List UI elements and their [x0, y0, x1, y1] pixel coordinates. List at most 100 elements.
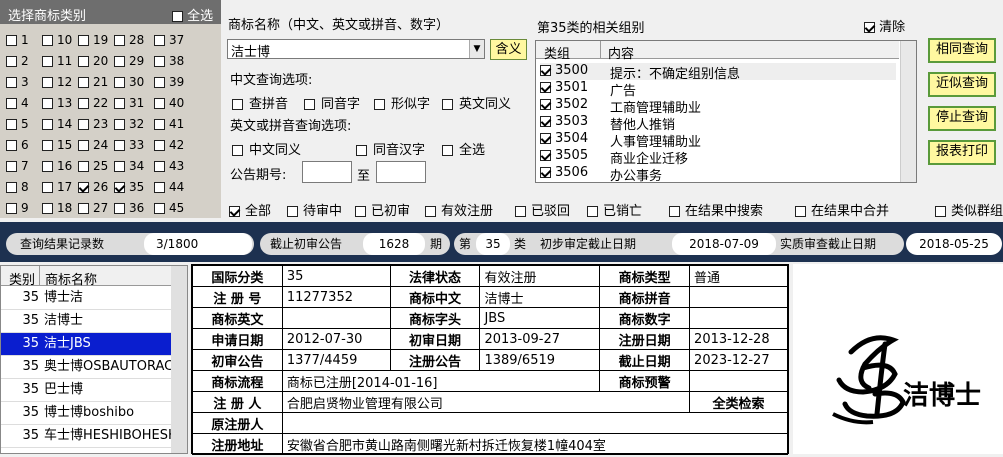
- category-checkbox-6[interactable]: 6: [6, 138, 29, 152]
- category-checkbox-3[interactable]: 3: [6, 75, 29, 89]
- prelim-date-value: 2013-09-27: [479, 328, 601, 350]
- result-list-scrollbar[interactable]: [171, 266, 187, 453]
- clear-checkbox[interactable]: 清除: [864, 16, 905, 35]
- filter-8[interactable]: 类似群组: [935, 200, 1003, 219]
- group-row[interactable]: 3503 替他人推销: [540, 114, 675, 133]
- filter-label: 在结果中合并: [811, 204, 890, 219]
- category-checkbox-20[interactable]: 20: [78, 54, 108, 68]
- category-checkbox-11[interactable]: 11: [42, 54, 72, 68]
- category-checkbox-12[interactable]: 12: [42, 75, 72, 89]
- result-row[interactable]: 35 博士博boshibo: [1, 402, 173, 425]
- category-checkbox-5[interactable]: 5: [6, 117, 29, 131]
- result-row[interactable]: 35 洁士JBS: [1, 333, 173, 356]
- filter-6[interactable]: 在结果中搜索: [669, 200, 763, 219]
- category-checkbox-45[interactable]: 45: [154, 201, 184, 215]
- result-row[interactable]: 35 博士洁: [1, 287, 173, 310]
- category-checkbox-25[interactable]: 25: [78, 159, 108, 173]
- filter-1[interactable]: 待审中: [287, 200, 342, 219]
- en-option-2[interactable]: 全选: [442, 139, 485, 158]
- cn-option-2[interactable]: 形似字: [374, 93, 430, 112]
- group-list[interactable]: 类组 内容 3500 提示：不确定组别信息 3501 广告 3502 工商管理辅助业 350…: [535, 40, 917, 184]
- category-checkbox-40[interactable]: 40: [154, 96, 184, 110]
- chevron-down-icon[interactable]: ▼: [469, 40, 484, 58]
- category-checkbox-1[interactable]: 1: [6, 33, 29, 47]
- category-checkbox-33[interactable]: 33: [114, 138, 144, 152]
- checkbox-icon: [232, 145, 243, 156]
- category-checkbox-31[interactable]: 31: [114, 96, 144, 110]
- category-checkbox-10[interactable]: 10: [42, 33, 72, 47]
- group-row[interactable]: 3504 人事管理辅助业: [540, 131, 701, 150]
- result-row[interactable]: 35 洁博士: [1, 310, 173, 333]
- cn-option-0[interactable]: 查拼音: [232, 93, 288, 112]
- category-checkbox-44[interactable]: 44: [154, 180, 184, 194]
- category-checkbox-37[interactable]: 37: [154, 33, 184, 47]
- stop-query-button[interactable]: 停止查询: [928, 106, 996, 131]
- category-checkbox-26[interactable]: 26: [78, 180, 108, 194]
- result-row[interactable]: 35 车士博HESHIBOHESHIB: [1, 425, 173, 448]
- category-checkbox-34[interactable]: 34: [114, 159, 144, 173]
- similar-query-button[interactable]: 近似查询: [928, 72, 996, 97]
- issue-to-input[interactable]: [376, 161, 426, 183]
- category-checkbox-19[interactable]: 19: [78, 33, 108, 47]
- category-checkbox-7[interactable]: 7: [6, 159, 29, 173]
- filter-0[interactable]: 全部: [229, 200, 271, 219]
- filter-7[interactable]: 在结果中合并: [795, 200, 889, 219]
- category-checkbox-4[interactable]: 4: [6, 96, 29, 110]
- trademark-name-input[interactable]: 洁士博 ▼: [227, 39, 485, 60]
- filter-5[interactable]: 已销亡: [587, 200, 642, 219]
- same-query-button[interactable]: 相同查询: [928, 38, 996, 63]
- category-checkbox-22[interactable]: 22: [78, 96, 108, 110]
- filter-2[interactable]: 已初审: [355, 200, 410, 219]
- full-search-link[interactable]: 全类检索: [689, 391, 788, 413]
- category-checkbox-32[interactable]: 32: [114, 117, 144, 131]
- result-name: 奥士博OSBAUTORACING: [44, 359, 173, 374]
- filter-4[interactable]: 已驳回: [515, 200, 570, 219]
- issue-from-input[interactable]: [302, 161, 352, 183]
- group-code: 3506: [555, 165, 589, 180]
- category-checkbox-23[interactable]: 23: [78, 117, 108, 131]
- category-checkbox-17[interactable]: 17: [42, 180, 72, 194]
- category-checkbox-9[interactable]: 9: [6, 201, 29, 215]
- group-row[interactable]: 3505 商业企业迁移: [540, 148, 688, 167]
- category-checkbox-42[interactable]: 42: [154, 138, 184, 152]
- select-all-checkbox[interactable]: 全选: [172, 5, 213, 24]
- category-checkbox-21[interactable]: 21: [78, 75, 108, 89]
- category-checkbox-2[interactable]: 2: [6, 54, 29, 68]
- report-print-button[interactable]: 报表打印: [928, 140, 996, 165]
- en-option-0[interactable]: 中文同义: [232, 139, 301, 158]
- group-row[interactable]: 3501 广告: [540, 80, 636, 99]
- intl-class-key: 国际分类: [192, 265, 283, 287]
- category-checkbox-30[interactable]: 30: [114, 75, 144, 89]
- en-option-1[interactable]: 同音汉字: [356, 139, 425, 158]
- category-checkbox-13[interactable]: 13: [42, 96, 72, 110]
- prelim-date-key: 初审日期: [389, 328, 481, 350]
- category-checkbox-41[interactable]: 41: [154, 117, 184, 131]
- group-row[interactable]: 3506 办公事务: [540, 165, 662, 184]
- category-checkbox-16[interactable]: 16: [42, 159, 72, 173]
- category-checkbox-35[interactable]: 35: [114, 180, 144, 194]
- cn-option-3[interactable]: 英文同义: [442, 93, 511, 112]
- category-checkbox-8[interactable]: 8: [6, 180, 29, 194]
- category-checkbox-28[interactable]: 28: [114, 33, 144, 47]
- group-row[interactable]: 3502 工商管理辅助业: [540, 97, 701, 116]
- category-checkbox-15[interactable]: 15: [42, 138, 72, 152]
- result-name: 洁士JBS: [44, 336, 91, 351]
- category-checkbox-43[interactable]: 43: [154, 159, 184, 173]
- category-checkbox-14[interactable]: 14: [42, 117, 72, 131]
- category-checkbox-39[interactable]: 39: [154, 75, 184, 89]
- group-row[interactable]: 3500 提示：不确定组别信息: [540, 63, 896, 82]
- filter-3[interactable]: 有效注册: [425, 200, 493, 219]
- checkbox-icon: [540, 150, 551, 161]
- category-checkbox-36[interactable]: 36: [114, 201, 144, 215]
- category-checkbox-18[interactable]: 18: [42, 201, 72, 215]
- result-list[interactable]: 类别 商标名称 35 博士洁 35 洁博士 35 洁士JBS 35 奥士博OSBAUTORAC…: [0, 265, 188, 454]
- group-list-scrollbar[interactable]: [900, 41, 916, 182]
- result-row[interactable]: 35 巴士博: [1, 379, 173, 402]
- result-row[interactable]: 35 奥士博OSBAUTORACING: [1, 356, 173, 379]
- category-checkbox-38[interactable]: 38: [154, 54, 184, 68]
- cn-option-1[interactable]: 同音字: [304, 93, 360, 112]
- category-checkbox-27[interactable]: 27: [78, 201, 108, 215]
- contain-button[interactable]: 含义: [490, 39, 527, 60]
- category-checkbox-24[interactable]: 24: [78, 138, 108, 152]
- category-checkbox-29[interactable]: 29: [114, 54, 144, 68]
